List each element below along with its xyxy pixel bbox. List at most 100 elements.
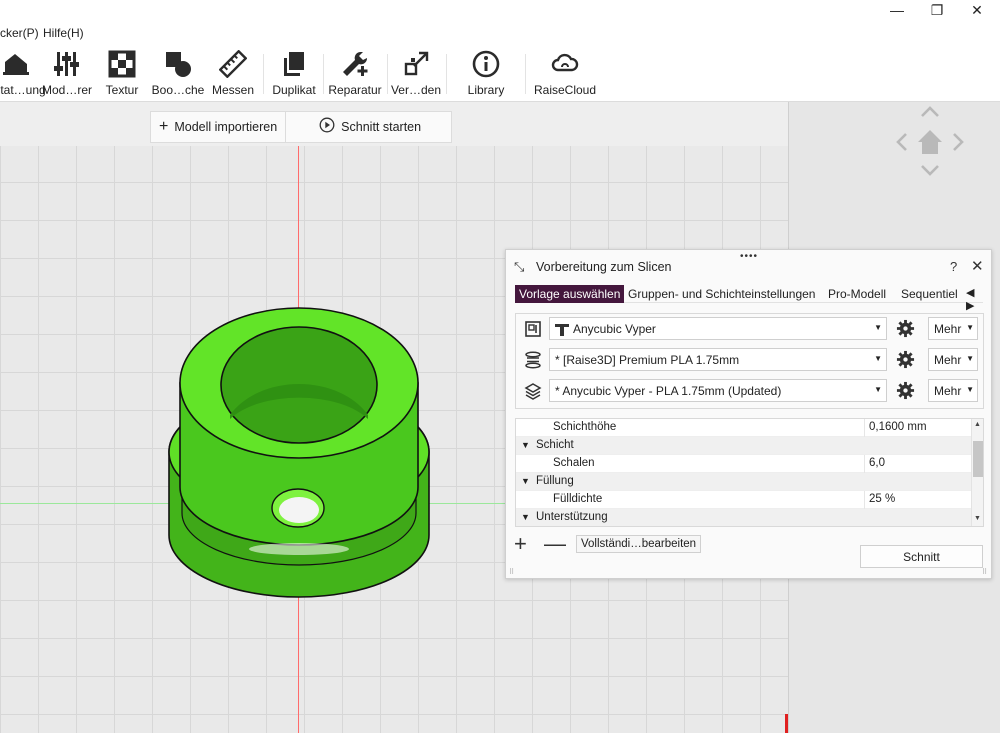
settings-scrollbar[interactable]: ▲ ▼ bbox=[971, 419, 983, 526]
plus-icon: + bbox=[159, 118, 169, 135]
more-label: Mehr bbox=[934, 384, 962, 398]
tool-raisecloud-button[interactable]: RaiseCloud bbox=[534, 50, 596, 100]
tab-per-model[interactable]: Pro-Modell bbox=[824, 285, 890, 303]
tool-label: Reparatur bbox=[328, 83, 382, 97]
filament-spool-icon bbox=[525, 351, 541, 369]
more-label: Mehr bbox=[934, 353, 962, 367]
setting-key: Schichthöhe bbox=[553, 421, 617, 433]
filament-preset-row: * [Raise3D] Premium PLA 1.75mm ▼ Mehr ▼ bbox=[516, 348, 983, 374]
chevron-down-icon: ▼ bbox=[874, 385, 882, 394]
profile-more-select[interactable]: Mehr ▼ bbox=[928, 379, 978, 402]
printer-more-select[interactable]: Mehr ▼ bbox=[928, 317, 978, 340]
menu-help[interactable]: Hilfe(H) bbox=[43, 26, 84, 40]
gear-icon[interactable] bbox=[896, 381, 915, 400]
scroll-down-icon[interactable]: ▼ bbox=[974, 515, 981, 522]
add-setting-icon[interactable]: + bbox=[514, 531, 527, 557]
full-edit-button[interactable]: Vollständi…bearbeiten bbox=[576, 535, 702, 553]
start-slicing-button[interactable]: Schnitt starten bbox=[285, 112, 451, 142]
tool-label: Messen bbox=[211, 83, 255, 97]
tool-label: Duplikat bbox=[272, 83, 316, 97]
menu-printer[interactable]: cker(P) bbox=[0, 26, 39, 40]
printer-select-value: Anycubic Vyper bbox=[573, 322, 656, 336]
cloud-icon bbox=[551, 53, 579, 72]
tool-repair-button[interactable]: Reparatur bbox=[326, 50, 384, 100]
tab-group-settings[interactable]: Gruppen- und Schichteinstellungen bbox=[624, 285, 819, 303]
printer-select[interactable]: Anycubic Vyper ▼ bbox=[549, 317, 887, 340]
resize-grip-icon[interactable]: ⠿ bbox=[509, 568, 514, 576]
setting-row-layer-height[interactable]: Schichthöhe 0,1600 mm bbox=[516, 419, 971, 437]
gear-icon[interactable] bbox=[896, 319, 915, 338]
dialog-title: Vorbereitung zum Slicen bbox=[536, 260, 672, 274]
more-label: Mehr bbox=[934, 322, 962, 336]
tab-scroll-arrows[interactable]: ◀ ▶ bbox=[966, 286, 983, 312]
filament-more-select[interactable]: Mehr ▼ bbox=[928, 348, 978, 371]
gear-icon[interactable] bbox=[896, 350, 915, 369]
setting-row-shells[interactable]: Schalen 6,0 bbox=[516, 455, 971, 473]
view-left-icon bbox=[896, 133, 907, 151]
setting-value[interactable]: 0,1600 mm bbox=[864, 419, 971, 437]
tool-duplicate-button[interactable]: Duplikat bbox=[270, 50, 318, 100]
tool-edit-button[interactable]: …tat…ung bbox=[0, 50, 46, 100]
view-down-icon bbox=[921, 165, 939, 176]
profile-select[interactable]: * Anycubic Vyper - PLA 1.75mm (Updated) … bbox=[549, 379, 887, 402]
view-navigation-cube[interactable] bbox=[894, 104, 966, 176]
setting-group-support[interactable]: ▼ Unterstützung bbox=[516, 509, 971, 526]
tool-label: RaiseCloud bbox=[533, 83, 597, 97]
setting-group-layer[interactable]: ▼ Schicht bbox=[516, 437, 971, 455]
toolbar-divider bbox=[263, 54, 264, 94]
help-button[interactable]: ? bbox=[950, 259, 957, 274]
caret-down-icon: ▼ bbox=[521, 440, 530, 450]
tool-boolean-button[interactable]: Boo…che bbox=[152, 50, 204, 100]
tool-label: Library bbox=[467, 83, 505, 97]
filament-select-value: * [Raise3D] Premium PLA 1.75mm bbox=[555, 353, 740, 367]
scrollbar-thumb[interactable] bbox=[973, 441, 983, 477]
setting-value[interactable]: 25 % bbox=[864, 491, 971, 509]
tool-arrange-button[interactable]: Ver…den bbox=[390, 50, 442, 100]
setting-group-infill[interactable]: ▼ Füllung bbox=[516, 473, 971, 491]
setting-key: Fülldichte bbox=[553, 493, 603, 505]
filament-select[interactable]: * [Raise3D] Premium PLA 1.75mm ▼ bbox=[549, 348, 887, 371]
tool-library-button[interactable]: Library bbox=[462, 50, 510, 100]
caret-down-icon: ▼ bbox=[521, 476, 530, 486]
toolbar-divider bbox=[525, 54, 526, 94]
setting-value[interactable]: 6,0 bbox=[864, 455, 971, 473]
setting-row-infill-density[interactable]: Fülldichte 25 % bbox=[516, 491, 971, 509]
play-circle-icon bbox=[319, 117, 335, 138]
arrange-icon bbox=[404, 51, 429, 76]
import-model-label: Modell importieren bbox=[174, 120, 278, 134]
minimize-button[interactable]: — bbox=[878, 0, 916, 20]
dialog-header: ⤡ Vorbereitung zum Slicen ? ✕ bbox=[506, 258, 991, 282]
tool-measure-button[interactable]: Messen bbox=[210, 50, 256, 100]
window-close-button[interactable]: ✕ bbox=[958, 0, 996, 20]
duplicate-icon bbox=[284, 52, 304, 76]
tool-texture-button[interactable]: Textur bbox=[102, 50, 142, 100]
dialog-close-button[interactable]: ✕ bbox=[971, 257, 984, 275]
tool-modifier-button[interactable]: Mod…rer bbox=[42, 50, 92, 100]
profile-preset-row: * Anycubic Vyper - PLA 1.75mm (Updated) … bbox=[516, 379, 983, 405]
tab-sequential[interactable]: Sequentiel bbox=[897, 285, 962, 303]
printer-icon bbox=[525, 321, 541, 337]
app-window: cker(P) Hilfe(H) — ❐ ✕ …tat…ung Mod…rer … bbox=[0, 0, 1000, 733]
resize-grip-icon[interactable]: ⠿ bbox=[982, 568, 987, 576]
preset-selector-panel: Anycubic Vyper ▼ Mehr ▼ * [Raise3D] Premi… bbox=[515, 313, 984, 409]
remove-setting-icon[interactable]: — bbox=[544, 531, 566, 557]
chevron-down-icon: ▼ bbox=[966, 385, 974, 394]
viewport-actions: + Modell importieren Schnitt starten bbox=[150, 111, 453, 143]
start-slicing-label: Schnitt starten bbox=[341, 120, 422, 134]
3d-model[interactable] bbox=[160, 297, 440, 607]
collapse-icon[interactable]: ⤡ bbox=[514, 259, 524, 275]
tool-label: Ver…den bbox=[390, 83, 442, 97]
chevron-down-icon: ▼ bbox=[966, 354, 974, 363]
info-circle-icon bbox=[472, 50, 500, 78]
main-toolbar: …tat…ung Mod…rer Textur Boo…che Messen bbox=[0, 46, 1000, 102]
slice-button[interactable]: Schnitt bbox=[860, 545, 983, 568]
texture-checker-icon bbox=[108, 50, 136, 78]
import-model-button[interactable]: + Modell importieren bbox=[151, 112, 285, 142]
dialog-tabs: Vorlage auswählen Gruppen- und Schichtei… bbox=[515, 285, 983, 312]
tab-template[interactable]: Vorlage auswählen bbox=[515, 285, 625, 303]
restore-button[interactable]: ❐ bbox=[918, 0, 956, 20]
scroll-up-icon[interactable]: ▲ bbox=[974, 421, 981, 428]
profile-select-value: * Anycubic Vyper - PLA 1.75mm (Updated) bbox=[555, 384, 782, 398]
menu-bar: cker(P) Hilfe(H) — ❐ ✕ bbox=[0, 0, 1000, 46]
tool-label: Boo…che bbox=[151, 83, 205, 97]
